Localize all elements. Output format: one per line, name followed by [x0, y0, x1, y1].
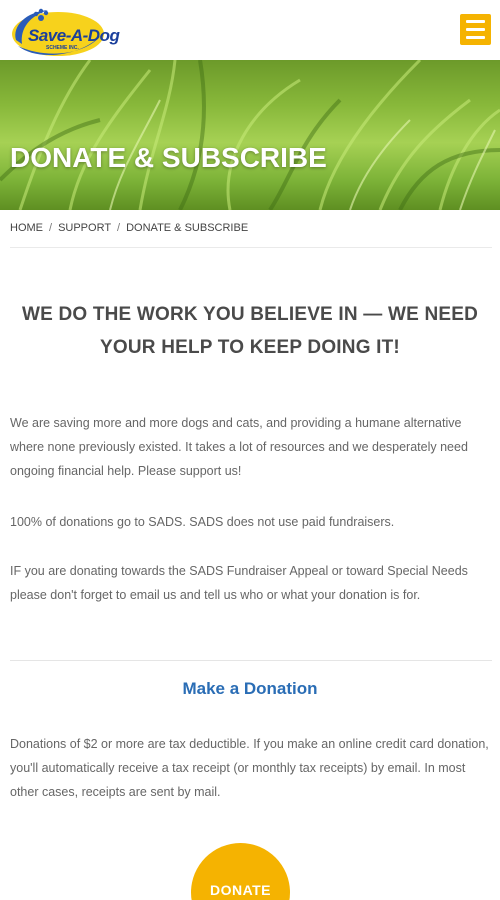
intro-paragraph: We are saving more and more dogs and cat… — [10, 416, 468, 478]
site-logo[interactable]: Save-A-Dog SCHEME INC. — [8, 4, 120, 60]
grass-background-image — [0, 60, 500, 210]
breadcrumb-support-link[interactable]: SUPPORT — [58, 222, 111, 234]
menu-bar — [466, 36, 485, 39]
breadcrumb-current: DONATE & SUBSCRIBE — [126, 222, 249, 234]
breadcrumb: HOME / SUPPORT / DONATE & SUBSCRIBE — [10, 222, 492, 248]
special-needs-paragraph: IF you are donating towards the SADS Fun… — [10, 564, 468, 602]
hero-banner: DONATE & SUBSCRIBE — [0, 60, 500, 210]
donations-policy-paragraph: 100% of donations go to SADS. SADS does … — [10, 515, 395, 529]
section-divider — [10, 660, 492, 661]
menu-bar — [466, 20, 485, 23]
donate-button[interactable]: DONATE — [191, 843, 290, 900]
make-donation-heading: Make a Donation — [182, 679, 318, 698]
breadcrumb-home-link[interactable]: HOME — [10, 222, 43, 234]
breadcrumb-separator: / — [49, 222, 53, 234]
main-headline: WE DO THE WORK YOU BELIEVE IN — WE NEED … — [21, 304, 479, 358]
logo-subtext: SCHEME INC. — [46, 45, 79, 51]
tax-deductible-paragraph: Donations of $2 or more are tax deductib… — [10, 737, 489, 799]
site-header: Save-A-Dog SCHEME INC. — [0, 0, 500, 60]
donate-button-label: DONATE — [209, 882, 272, 898]
breadcrumb-separator: / — [117, 222, 121, 234]
menu-bar — [466, 28, 485, 31]
logo-text: Save-A-Dog — [28, 26, 120, 45]
hamburger-menu-button[interactable] — [460, 14, 491, 45]
page-title: DONATE & SUBSCRIBE — [10, 142, 327, 173]
